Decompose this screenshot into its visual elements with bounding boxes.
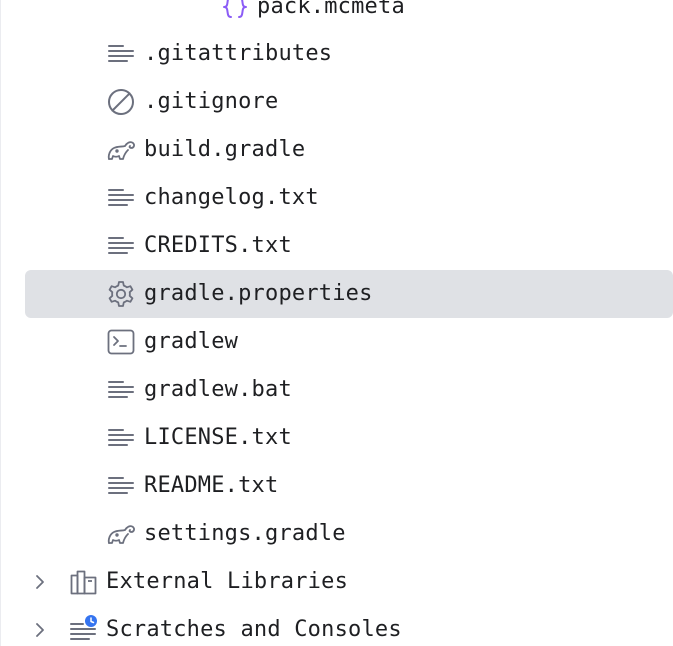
ignore-file-icon — [106, 87, 136, 117]
tree-item-label: changelog.txt — [144, 185, 319, 210]
tree-item-readme-txt[interactable]: README.txt — [0, 462, 673, 510]
library-icon — [69, 567, 99, 597]
gear-icon — [106, 279, 136, 309]
tree-item-label: .gitattributes — [144, 41, 333, 66]
tree-item-label: settings.gradle — [144, 521, 346, 546]
text-file-icon — [106, 183, 136, 213]
scratches-icon — [69, 615, 99, 645]
tree-item-gradlew-bat[interactable]: gradlew.bat — [0, 366, 673, 414]
tree-item-credits-txt[interactable]: CREDITS.txt — [0, 222, 673, 270]
tree-item-label: External Libraries — [106, 569, 349, 594]
tree-item-gradle-properties[interactable]: gradle.properties — [0, 270, 673, 318]
text-file-icon — [106, 423, 136, 453]
tree-item-settings-gradle[interactable]: settings.gradle — [0, 510, 673, 558]
tree-item-label: README.txt — [144, 473, 279, 498]
gradle-elephant-icon — [106, 135, 136, 165]
tree-node-external-libraries[interactable]: External Libraries — [0, 558, 673, 606]
tree-item-gitattributes[interactable]: .gitattributes — [0, 30, 673, 78]
tree-item-label: pack.mcmeta — [257, 0, 405, 19]
project-tree: pack.mcmeta .gitattributes .gitignore bu… — [0, 0, 673, 646]
tree-item-label: gradlew — [144, 329, 239, 354]
tree-item-pack-mcmeta[interactable]: pack.mcmeta — [0, 0, 673, 31]
tree-item-license-txt[interactable]: LICENSE.txt — [0, 414, 673, 462]
json-braces-icon — [220, 0, 250, 22]
chevron-right-icon[interactable] — [30, 620, 50, 640]
tree-item-label: gradle.properties — [144, 281, 373, 306]
tree-item-gradlew[interactable]: gradlew — [0, 318, 673, 366]
tree-item-label: CREDITS.txt — [144, 233, 292, 258]
tree-item-label: gradlew.bat — [144, 377, 292, 402]
text-file-icon — [106, 471, 136, 501]
tree-item-label: LICENSE.txt — [144, 425, 292, 450]
text-file-icon — [106, 39, 136, 69]
tree-item-label: .gitignore — [144, 89, 279, 114]
tree-node-scratches-and-consoles[interactable]: Scratches and Consoles — [0, 606, 673, 646]
tree-item-label: Scratches and Consoles — [106, 617, 402, 642]
text-file-icon — [106, 231, 136, 261]
text-file-icon — [106, 375, 136, 405]
tree-item-gitignore[interactable]: .gitignore — [0, 78, 673, 126]
terminal-icon — [106, 327, 136, 357]
chevron-right-icon[interactable] — [30, 572, 50, 592]
tree-item-changelog-txt[interactable]: changelog.txt — [0, 174, 673, 222]
gradle-elephant-icon — [106, 519, 136, 549]
tree-item-label: build.gradle — [144, 137, 306, 162]
tree-item-build-gradle[interactable]: build.gradle — [0, 126, 673, 174]
